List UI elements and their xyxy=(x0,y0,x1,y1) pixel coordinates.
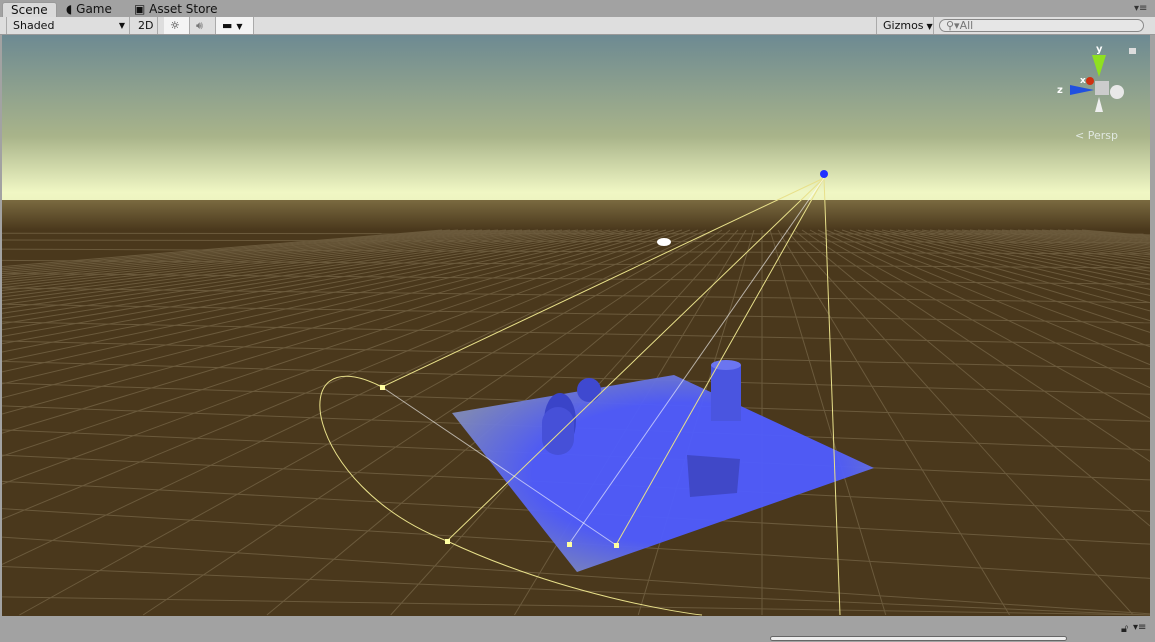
sky xyxy=(2,35,1150,220)
search-placeholder: All xyxy=(959,19,974,32)
search-icon: ⚲▾ xyxy=(946,19,960,32)
horizon-haze xyxy=(2,200,1150,230)
pacman-icon: ◖ xyxy=(66,2,77,16)
chevron-down-icon: ▼ xyxy=(926,22,933,31)
chevron-down-icon: ▼ xyxy=(118,21,125,30)
cylinder-object[interactable] xyxy=(711,365,741,421)
lighting-toggle[interactable]: ☼ xyxy=(164,17,190,34)
neg-x-cone[interactable] xyxy=(1110,85,1124,99)
tab-game[interactable]: ◖ Game xyxy=(58,2,120,17)
capsule-body xyxy=(542,407,574,455)
light-icon[interactable] xyxy=(820,170,828,178)
sphere-object[interactable] xyxy=(577,378,601,402)
projection-label[interactable]: < Persp xyxy=(1075,129,1118,142)
draw-mode-label: Shaded xyxy=(13,19,55,32)
search-input[interactable]: ⚲▾All xyxy=(939,19,1144,32)
tab-asset-store[interactable]: ▣ Asset Store xyxy=(126,2,226,17)
draw-mode-dropdown[interactable]: Shaded ▼ xyxy=(6,17,130,34)
2d-toggle[interactable]: 2D xyxy=(132,17,158,34)
tab-label: Asset Store xyxy=(149,2,218,16)
tab-bar: Scene ◖ Game ▣ Asset Store ▾≡ xyxy=(0,0,1155,18)
z-axis-label: z xyxy=(1057,85,1063,96)
image-icon: ▬ xyxy=(222,19,233,32)
cube-object[interactable] xyxy=(687,455,740,497)
gizmo-center-cube[interactable] xyxy=(1095,81,1109,95)
tab-label: Game xyxy=(76,2,112,16)
scene-toolbar: Shaded ▼ 2D ☼ 🔊︎ ▬ ▼ Gizmos ▼ ⚲▾All xyxy=(0,17,1155,35)
lock-icon[interactable] xyxy=(1129,48,1136,54)
bag-icon: ▣ xyxy=(134,2,150,16)
lock-icon[interactable]: 🔓︎ xyxy=(1121,622,1128,636)
audio-toggle[interactable]: 🔊︎ xyxy=(190,17,216,34)
x-axis-label: x xyxy=(1080,76,1086,86)
x-axis-cone[interactable] xyxy=(1086,77,1094,85)
gizmos-label: Gizmos xyxy=(883,19,924,32)
camera-icon[interactable] xyxy=(657,238,671,246)
scene-viewport[interactable]: y x z < Persp xyxy=(2,35,1150,616)
sun-icon: ☼ xyxy=(170,19,180,32)
scrollbar[interactable] xyxy=(770,636,1067,641)
2d-label: 2D xyxy=(138,19,154,32)
effects-dropdown[interactable]: ▬ ▼ xyxy=(216,17,254,34)
panel-menu-icon[interactable]: ▾≡ xyxy=(1134,3,1147,14)
speaker-icon: 🔊︎ xyxy=(196,19,203,32)
tab-label: Scene xyxy=(11,3,48,17)
status-bar: 🔓︎ ▾≡ xyxy=(0,616,1155,642)
gizmos-dropdown[interactable]: Gizmos ▼ xyxy=(876,17,934,34)
panel-menu-icon[interactable]: ▾≡ xyxy=(1133,622,1146,633)
y-axis-label: y xyxy=(1096,44,1103,55)
tab-scene[interactable]: Scene xyxy=(2,2,57,18)
chevron-down-icon: ▼ xyxy=(236,22,243,31)
scene-canvas[interactable]: y x z < Persp xyxy=(2,35,1150,616)
